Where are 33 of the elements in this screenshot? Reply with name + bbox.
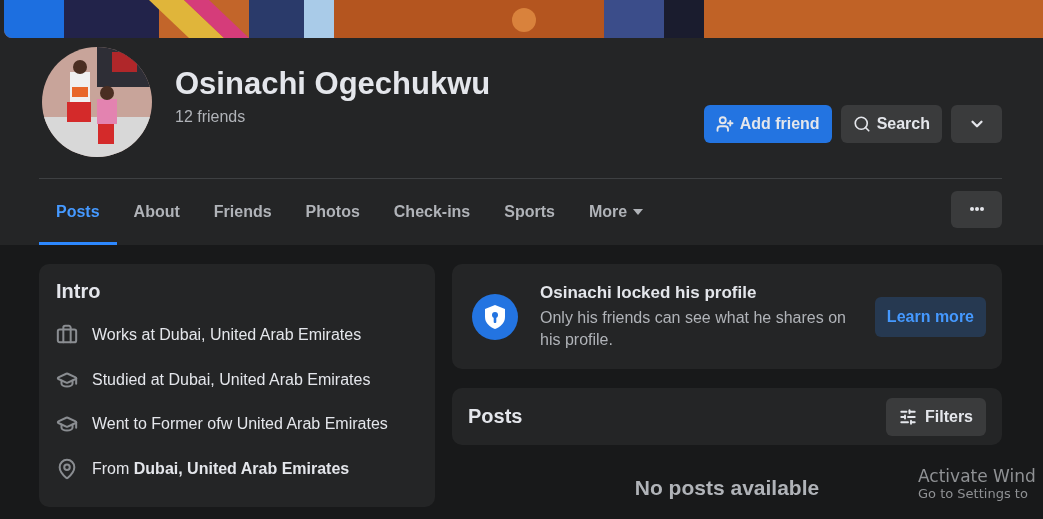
learn-more-button[interactable]: Learn more xyxy=(874,296,986,337)
ellipsis-icon xyxy=(969,207,984,211)
search-button[interactable]: Search xyxy=(840,105,942,143)
intro-detail: From Dubai, United Arab Emirates xyxy=(92,459,350,478)
map-pin-icon xyxy=(56,457,78,480)
empty-posts-message: No posts available xyxy=(634,476,820,500)
filters-button[interactable]: Filters xyxy=(886,397,986,436)
profile-tab[interactable]: Sports xyxy=(487,179,572,245)
locked-profile-title: Osinachi locked his profile xyxy=(540,282,758,303)
intro-detail: Went to Former ofw United Arab Emirates xyxy=(92,415,388,434)
posts-title: Posts xyxy=(468,405,524,428)
profile-tab[interactable]: More xyxy=(571,179,661,245)
profile-tab[interactable]: Photos xyxy=(288,179,377,245)
dropdown-button[interactable] xyxy=(951,105,1002,143)
locked-profile-text: Only his friends can see what he shares on his profile. xyxy=(540,307,847,350)
sliders-icon xyxy=(899,407,917,426)
search-icon xyxy=(852,115,871,133)
friends-count: 12 friends xyxy=(175,108,247,126)
shield-lock-icon xyxy=(472,293,518,340)
add-person-icon xyxy=(715,115,734,133)
profile-name: Osinachi Ogechukwu xyxy=(175,65,492,103)
profile-tab[interactable]: Posts xyxy=(39,179,117,245)
profile-tab[interactable]: Check-ins xyxy=(376,179,488,245)
intro-detail: Studied at Dubai, United Arab Emirates xyxy=(92,370,371,389)
profile-tab[interactable]: About xyxy=(116,179,197,245)
profile-tab[interactable]: Friends xyxy=(196,179,289,245)
caret-down-icon xyxy=(633,209,644,215)
more-options-button[interactable] xyxy=(951,190,1002,228)
add-friend-button[interactable]: Add friend xyxy=(703,105,832,143)
intro-title: Intro xyxy=(56,280,102,303)
activation-notice-text: Go to Settings to xyxy=(918,486,1029,501)
activation-notice-title: Activate Wind xyxy=(918,466,1036,486)
intro-detail: Works at Dubai, United Arab Emirates xyxy=(92,326,362,345)
